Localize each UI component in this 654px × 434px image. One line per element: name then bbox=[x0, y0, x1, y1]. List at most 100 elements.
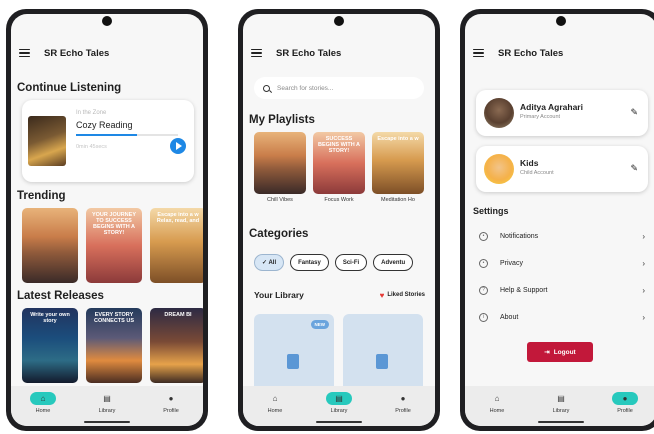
search-input[interactable] bbox=[277, 84, 407, 92]
settings-notifications[interactable]: • Notifications › bbox=[479, 229, 645, 243]
play-button[interactable] bbox=[170, 138, 186, 154]
your-library-title: Your Library bbox=[254, 290, 304, 300]
chevron-right-icon: › bbox=[642, 258, 645, 268]
story-cover[interactable]: EVERY STORY CONNECTS US bbox=[86, 308, 142, 383]
phone-profile: SR Echo Tales Aditya Agrahari Primary Ac… bbox=[460, 9, 654, 431]
library-card[interactable] bbox=[343, 314, 423, 394]
app-title: SR Echo Tales bbox=[498, 47, 564, 59]
bottom-nav: ⌂ Home ▤ Library ● Profile bbox=[243, 386, 435, 426]
bottom-nav: ⌂ Home ▤ Library ● Profile bbox=[11, 386, 203, 426]
home-icon: ⌂ bbox=[272, 394, 278, 403]
bottom-nav: ⌂ Home ▤ Library ● Profile bbox=[465, 386, 654, 426]
nav-label: Profile bbox=[163, 408, 179, 414]
playlist-card[interactable]: Chill Vibes bbox=[254, 132, 306, 203]
edit-icon[interactable]: ✎ bbox=[630, 107, 638, 118]
home-indicator bbox=[538, 421, 584, 423]
profile-icon: ● bbox=[400, 394, 406, 403]
screenshot-stage: SR Echo Tales Continue Listening In the … bbox=[0, 0, 654, 434]
chip-fantasy[interactable]: Fantasy bbox=[290, 254, 329, 271]
story-cover[interactable] bbox=[22, 208, 78, 283]
trending-row: YOUR JOURNEY TO SUCCESS BEGINS WITH A ST… bbox=[22, 208, 203, 283]
profile-screen: SR Echo Tales Aditya Agrahari Primary Ac… bbox=[465, 14, 654, 426]
playlist-cover: Escape into a w bbox=[372, 132, 424, 194]
chip-scifi[interactable]: Sci-Fi bbox=[334, 254, 368, 271]
menu-icon[interactable] bbox=[473, 48, 484, 58]
playlist-name: Meditation Ho bbox=[381, 197, 415, 203]
nav-profile[interactable]: ● Profile bbox=[139, 386, 203, 426]
library-card[interactable]: NEW bbox=[254, 314, 334, 394]
menu-icon[interactable] bbox=[251, 48, 262, 58]
nav-profile[interactable]: ● Profile bbox=[371, 386, 435, 426]
nav-label: Library bbox=[552, 408, 570, 414]
nav-label: Profile bbox=[617, 408, 633, 414]
library-icon: ▤ bbox=[103, 394, 111, 403]
settings-about[interactable]: i About › bbox=[479, 310, 645, 324]
search-icon bbox=[263, 84, 270, 92]
nav-profile[interactable]: ● Profile bbox=[593, 386, 654, 426]
continue-subtitle: In the Zone bbox=[76, 110, 107, 116]
continue-time: 0min 45secs bbox=[76, 144, 107, 150]
logout-button[interactable]: ⇥ Logout bbox=[527, 342, 593, 362]
latest-row: Write your own story EVERY STORY CONNECT… bbox=[22, 308, 203, 383]
account-type: Primary Account bbox=[520, 114, 561, 120]
logout-icon: ⇥ bbox=[544, 349, 550, 356]
home-icon: ⌂ bbox=[494, 394, 500, 403]
avatar bbox=[484, 154, 514, 184]
playlist-card[interactable]: SUCCESS BEGINS WITH A STORY! Focus Work bbox=[313, 132, 365, 203]
nav-library[interactable]: ▤ Library bbox=[307, 386, 371, 426]
cover-text: EVERY STORY CONNECTS US bbox=[93, 312, 135, 325]
nav-label: Home bbox=[489, 408, 505, 414]
app-bar: SR Echo Tales bbox=[243, 40, 435, 66]
my-playlists-title: My Playlists bbox=[249, 114, 315, 126]
edit-icon[interactable]: ✎ bbox=[630, 163, 638, 174]
settings-privacy[interactable]: • Privacy › bbox=[479, 256, 645, 270]
liked-stories-link[interactable]: ♥ Liked Stories bbox=[380, 291, 425, 300]
story-cover[interactable]: Write your own story bbox=[22, 308, 78, 383]
continue-story-title: Cozy Reading bbox=[76, 120, 133, 130]
continue-listening-title: Continue Listening bbox=[17, 82, 122, 94]
account-card-primary[interactable]: Aditya Agrahari Primary Account ✎ bbox=[476, 90, 648, 136]
chevron-right-icon: › bbox=[642, 231, 645, 241]
settings-label: Help & Support bbox=[500, 286, 548, 294]
library-header: Your Library ♥ Liked Stories bbox=[254, 290, 425, 300]
profile-icon: ● bbox=[612, 392, 638, 405]
progress-bar bbox=[76, 134, 178, 136]
nav-library[interactable]: ▤ Library bbox=[75, 386, 139, 426]
search-bar[interactable] bbox=[254, 77, 424, 99]
app-title: SR Echo Tales bbox=[44, 47, 110, 59]
camera-cutout bbox=[334, 16, 344, 26]
library-icon: ▤ bbox=[326, 392, 352, 405]
new-badge: NEW bbox=[310, 320, 329, 329]
story-cover[interactable]: YOUR JOURNEY TO SUCCESS BEGINS WITH A ST… bbox=[86, 208, 142, 283]
logout-label: Logout bbox=[553, 348, 576, 356]
heart-icon: ♥ bbox=[379, 290, 385, 300]
chip-adventure[interactable]: Adventu bbox=[373, 254, 414, 271]
nav-home[interactable]: ⌂ Home bbox=[465, 386, 529, 426]
home-icon: ⌂ bbox=[30, 392, 56, 405]
chip-all[interactable]: ✓ All bbox=[254, 254, 285, 271]
playlist-card[interactable]: Escape into a w Meditation Ho bbox=[372, 132, 424, 203]
settings-help[interactable]: ? Help & Support › bbox=[479, 283, 645, 297]
nav-home[interactable]: ⌂ Home bbox=[11, 386, 75, 426]
progress-fill bbox=[76, 134, 138, 136]
lock-icon: • bbox=[479, 258, 488, 268]
continue-card[interactable]: In the Zone Cozy Reading 0min 45secs bbox=[22, 100, 194, 182]
app-bar: SR Echo Tales bbox=[465, 40, 654, 66]
settings-title: Settings bbox=[473, 206, 509, 216]
continue-cover bbox=[28, 116, 66, 166]
library-screen: SR Echo Tales My Playlists Chill Vibes S… bbox=[243, 14, 435, 426]
nav-library[interactable]: ▤ Library bbox=[529, 386, 593, 426]
story-cover[interactable]: DREAM BI bbox=[150, 308, 203, 383]
account-card-child[interactable]: Kids Child Account ✎ bbox=[476, 146, 648, 192]
chevron-right-icon: › bbox=[642, 312, 645, 322]
camera-cutout bbox=[102, 16, 112, 26]
bell-icon: • bbox=[479, 231, 488, 241]
playlist-name: Focus Work bbox=[324, 197, 354, 203]
phone-home: SR Echo Tales Continue Listening In the … bbox=[6, 9, 208, 431]
story-cover[interactable]: Escape into a w Relax, read, and bbox=[150, 208, 203, 283]
home-indicator bbox=[316, 421, 362, 423]
home-screen: SR Echo Tales Continue Listening In the … bbox=[11, 14, 203, 426]
menu-icon[interactable] bbox=[19, 48, 30, 58]
nav-home[interactable]: ⌂ Home bbox=[243, 386, 307, 426]
cover-text: Escape into a w bbox=[377, 136, 419, 142]
